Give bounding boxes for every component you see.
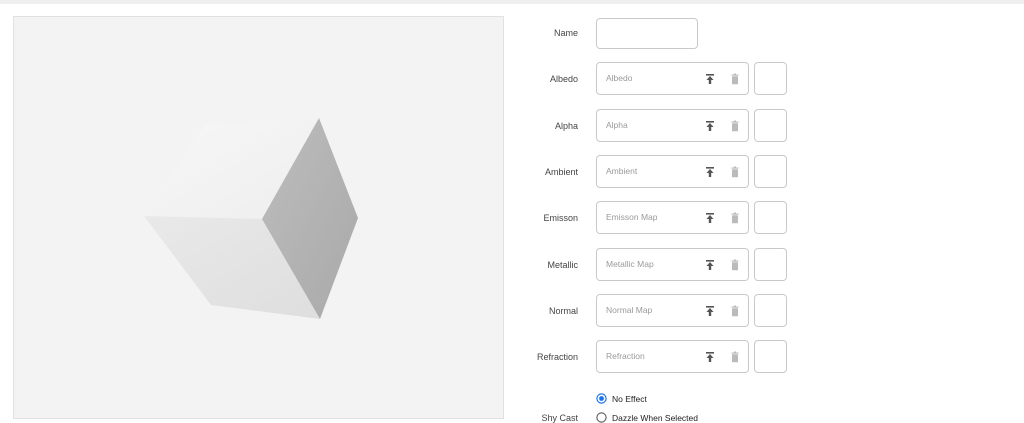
trash-icon[interactable] <box>729 351 741 363</box>
emisson-placeholder: Emisson Map <box>606 212 658 222</box>
ambient-label: Ambient <box>544 167 578 177</box>
emisson-map-input[interactable]: Emisson Map <box>596 201 749 234</box>
upload-icon[interactable] <box>704 166 716 178</box>
upload-icon[interactable] <box>704 351 716 363</box>
metallic-color-swatch[interactable] <box>754 248 787 281</box>
emisson-label: Emisson <box>543 213 578 223</box>
trash-icon[interactable] <box>729 259 741 271</box>
alpha-color-swatch[interactable] <box>754 109 787 142</box>
metallic-placeholder: Metallic Map <box>606 259 654 269</box>
radio-selected-icon[interactable] <box>596 393 607 404</box>
trash-icon[interactable] <box>729 305 741 317</box>
cube-preview <box>144 118 358 319</box>
trash-icon[interactable] <box>729 166 741 178</box>
metallic-label: Metallic <box>547 260 578 270</box>
albedo-color-swatch[interactable] <box>754 62 787 95</box>
upload-icon[interactable] <box>704 259 716 271</box>
emisson-color-swatch[interactable] <box>754 201 787 234</box>
refraction-color-swatch[interactable] <box>754 340 787 373</box>
upload-icon[interactable] <box>704 120 716 132</box>
ambient-placeholder: Ambient <box>606 166 638 176</box>
albedo-placeholder: Albedo <box>606 73 633 83</box>
name-label: Name <box>553 28 578 38</box>
alpha-label: Alpha <box>554 121 578 131</box>
upload-icon[interactable] <box>704 212 716 224</box>
albedo-input[interactable]: Albedo <box>596 62 749 95</box>
trash-icon[interactable] <box>729 212 741 224</box>
normal-placeholder: Normal Map <box>606 305 653 315</box>
3d-preview-viewport[interactable] <box>13 16 504 419</box>
refraction-input[interactable]: Refraction <box>596 340 749 373</box>
ambient-input[interactable]: Ambient <box>596 155 749 188</box>
trash-icon[interactable] <box>729 120 741 132</box>
effect-label: Shy Cast <box>541 413 578 423</box>
trash-icon[interactable] <box>729 73 741 85</box>
refraction-placeholder: Refraction <box>606 351 645 361</box>
normal-color-swatch[interactable] <box>754 294 787 327</box>
ambient-color-swatch[interactable] <box>754 155 787 188</box>
material-form: Name Albedo Albedo Alpha Alpha Ambient A… <box>520 0 1024 423</box>
refraction-label: Refraction <box>536 352 578 362</box>
alpha-placeholder: Alpha <box>606 120 628 130</box>
name-input[interactable] <box>596 18 698 49</box>
upload-icon[interactable] <box>704 305 716 317</box>
normal-label: Normal <box>548 306 578 316</box>
no-effect-option-label: No Effect <box>612 394 647 404</box>
upload-icon[interactable] <box>704 73 716 85</box>
dazzle-option-label: Dazzle When Selected <box>612 413 698 423</box>
metallic-map-input[interactable]: Metallic Map <box>596 248 749 281</box>
radio-unselected-icon[interactable] <box>596 412 607 423</box>
albedo-label: Albedo <box>549 74 578 84</box>
alpha-input[interactable]: Alpha <box>596 109 749 142</box>
normal-map-input[interactable]: Normal Map <box>596 294 749 327</box>
